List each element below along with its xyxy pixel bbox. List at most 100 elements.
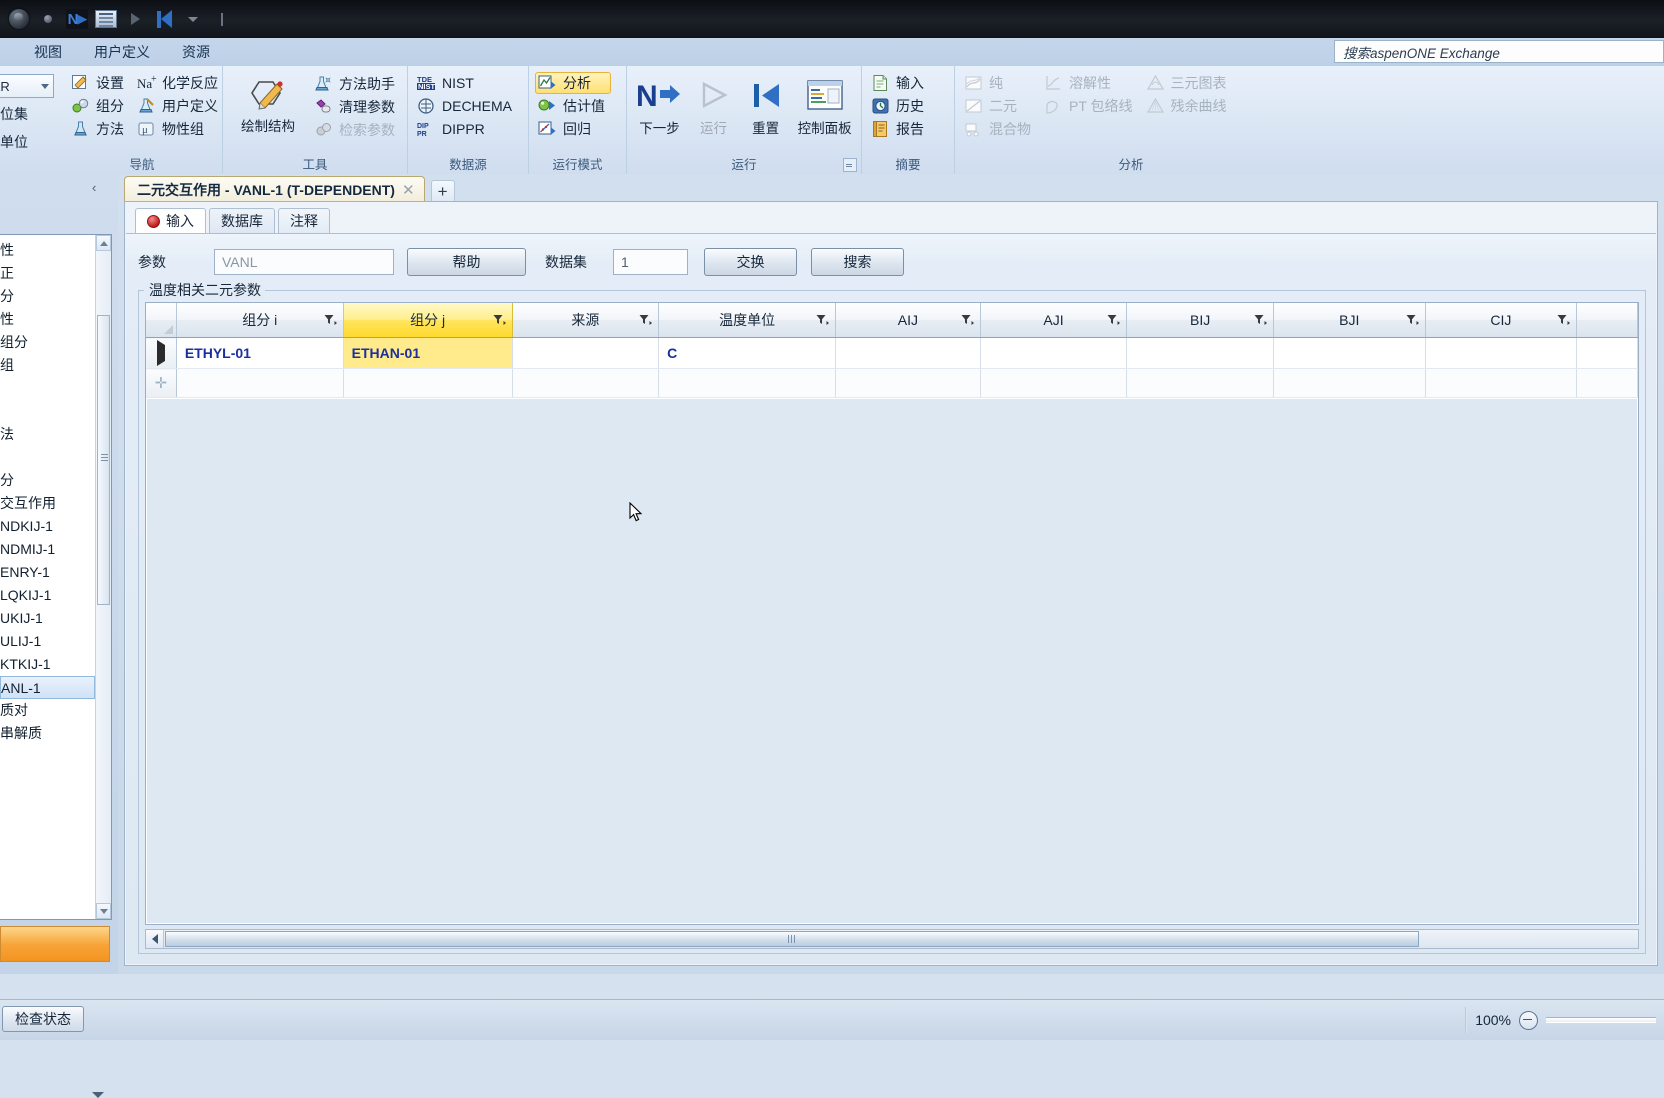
tab-comments[interactable]: 注释 <box>278 208 330 234</box>
zoom-slider[interactable] <box>1546 1017 1656 1023</box>
ribbon-dechema-button[interactable]: DECHEMA <box>414 95 518 117</box>
filter-icon[interactable] <box>639 314 653 326</box>
cell-temperature-units[interactable]: C <box>658 337 837 369</box>
filter-icon[interactable] <box>816 314 830 326</box>
filter-icon[interactable] <box>1406 314 1419 326</box>
new-tab-button[interactable]: + <box>430 180 455 202</box>
ribbon-run-button[interactable]: 运行 <box>690 71 737 155</box>
ribbon-dippr-button[interactable]: DIP PR DIPPR <box>414 118 518 140</box>
check-status-button[interactable]: 检查状态 <box>2 1006 84 1032</box>
ribbon-prop-sets-button[interactable]: μ 物性组 <box>134 118 224 140</box>
ribbon-methods-button[interactable]: 方法 <box>68 118 130 140</box>
ribbon-reset-button[interactable]: 重置 <box>741 71 790 155</box>
ribbon-methods-assistant-button[interactable]: 方法助手 <box>311 73 401 95</box>
ribbon-control-panel-button[interactable]: 控制面板 <box>794 71 855 155</box>
ribbon-customize-button[interactable]: 用户定义 <box>134 95 224 117</box>
back-orb-icon[interactable] <box>8 8 30 30</box>
col-component-j[interactable]: 组分 j <box>343 303 513 338</box>
col-source[interactable]: 来源 <box>512 303 660 338</box>
new-cell-aij[interactable] <box>835 368 981 398</box>
document-tab-vanl-1[interactable]: 二元交互作用 - VANL-1 (T-DEPENDENT) ✕ <box>124 176 425 202</box>
filter-icon[interactable] <box>493 314 506 326</box>
run-dialog-launcher[interactable] <box>843 158 857 172</box>
help-button[interactable]: 帮助 <box>407 248 526 276</box>
tree-item-ukij-1[interactable]: UKIJ-1 <box>0 607 95 630</box>
tree-scroll-down-button[interactable] <box>96 903 111 919</box>
ribbon-history-button[interactable]: 历史 <box>868 95 930 117</box>
tree-item-3[interactable]: 分 <box>0 285 95 308</box>
select-all-icon[interactable] <box>163 325 173 334</box>
tree-item-10[interactable] <box>0 446 95 469</box>
filter-icon[interactable] <box>324 314 337 326</box>
new-row-selector[interactable]: ✛ <box>146 368 177 398</box>
row-selector[interactable] <box>146 337 177 369</box>
filter-icon[interactable] <box>1557 314 1571 326</box>
table-row[interactable]: ETHYL-01 ETHAN-01 C <box>146 337 1638 369</box>
ribbon-input-button[interactable]: 输入 <box>868 72 930 94</box>
ribbon-mixture-button[interactable]: 混合物 <box>961 118 1037 140</box>
ribbon-estimation-button[interactable]: 估计值 <box>535 95 611 117</box>
ribbon-pure-button[interactable]: 纯 <box>961 72 1037 94</box>
exchange-search-input[interactable]: 搜索aspenONE Exchange <box>1334 40 1664 63</box>
new-cell-source[interactable] <box>512 368 660 398</box>
ribbon-setup-button[interactable]: 设置 <box>68 72 130 94</box>
ribbon-pt-envelope-button[interactable]: PT 包络线 <box>1041 95 1139 117</box>
horizontal-scroll-thumb[interactable] <box>165 931 1419 947</box>
ribbon-clean-parameters-button[interactable]: 清理参数 <box>311 96 401 118</box>
panel-collapse-button[interactable]: ‹ <box>92 180 96 195</box>
tree-item-23[interactable]: 串解质 <box>0 722 95 745</box>
new-cell-temperature-units[interactable] <box>658 368 837 398</box>
cell-component-i[interactable]: ETHYL-01 <box>176 337 344 369</box>
aspen-n-logo-icon[interactable]: N ▶ <box>66 8 88 30</box>
cell-component-j[interactable]: ETHAN-01 <box>343 337 513 369</box>
cell-bij[interactable] <box>1126 337 1274 369</box>
binary-parameters-grid[interactable]: 组分 i 组分 j 来源 温度单位 AIJ AJI BIJ BJI CIJ ET… <box>145 302 1639 925</box>
ribbon-draw-structure-button[interactable]: 绘制结构 <box>229 69 307 153</box>
tree-item-1[interactable]: 性 <box>0 239 95 262</box>
tree-item-vanl-1[interactable]: ANL-1 <box>0 676 95 699</box>
col-bji[interactable]: BJI <box>1273 303 1426 338</box>
ribbon-binary-button[interactable]: 二元 <box>961 95 1037 117</box>
play-icon[interactable] <box>124 8 146 30</box>
scroll-left-button[interactable] <box>146 930 164 948</box>
cell-bji[interactable] <box>1273 337 1426 369</box>
tree-item-7[interactable] <box>0 377 95 400</box>
col-aji[interactable]: AJI <box>980 303 1128 338</box>
left-panel-orange-section[interactable] <box>0 926 110 962</box>
tree-item-4[interactable]: 性 <box>0 308 95 331</box>
swap-button[interactable]: 交换 <box>704 248 797 276</box>
search-button[interactable]: 搜索 <box>811 248 904 276</box>
ribbon-residue-curves-button[interactable]: 残余曲线 <box>1143 95 1233 117</box>
new-cell-component-i[interactable] <box>176 368 344 398</box>
close-icon[interactable]: ✕ <box>402 181 415 199</box>
new-cell-component-j[interactable] <box>343 368 513 398</box>
tree-item-lqkij-1[interactable]: LQKIJ-1 <box>0 584 95 607</box>
chevron-down-icon[interactable] <box>182 8 204 30</box>
tree-scroll-up-button[interactable] <box>96 235 111 251</box>
ribbon-solubility-button[interactable]: 溶解性 <box>1041 72 1139 94</box>
new-cell-cij[interactable] <box>1425 368 1578 398</box>
ribbon-regression-button[interactable]: 回归 <box>535 118 611 140</box>
tree-scroll-thumb[interactable] <box>97 315 110 605</box>
tree-item-ulij-1[interactable]: ULIJ-1 <box>0 630 95 653</box>
tab-input[interactable]: 输入 <box>135 208 206 234</box>
tree-item-andmij-1[interactable]: NDMIJ-1 <box>0 538 95 561</box>
previous-icon[interactable] <box>153 8 175 30</box>
ribbon-next-button[interactable]: N 下一步 <box>633 71 686 155</box>
col-bij[interactable]: BIJ <box>1126 303 1274 338</box>
ribbon-chemistry-button[interactable]: Na + 化学反应 <box>134 72 224 94</box>
table-new-row[interactable]: ✛ <box>146 368 1638 398</box>
tree-item-8[interactable] <box>0 400 95 423</box>
tree-item-andkij-1[interactable]: NDKIJ-1 <box>0 515 95 538</box>
cell-source[interactable] <box>512 337 660 369</box>
tree-item-9[interactable]: 法 <box>0 423 95 446</box>
dataset-input[interactable]: 1 <box>613 249 688 275</box>
menu-customize[interactable]: 用户定义 <box>78 38 166 66</box>
tree-item-henry-1[interactable]: ENRY-1 <box>0 561 95 584</box>
unit-set-select[interactable]: BAR <box>0 74 54 98</box>
parameter-input[interactable]: VANL <box>214 249 394 275</box>
vertical-bar-icon[interactable] <box>211 8 233 30</box>
col-aij[interactable]: AIJ <box>835 303 981 338</box>
tree-item-5[interactable]: 组分 <box>0 331 95 354</box>
ribbon-nist-button[interactable]: TDE NIST NIST <box>414 72 518 94</box>
